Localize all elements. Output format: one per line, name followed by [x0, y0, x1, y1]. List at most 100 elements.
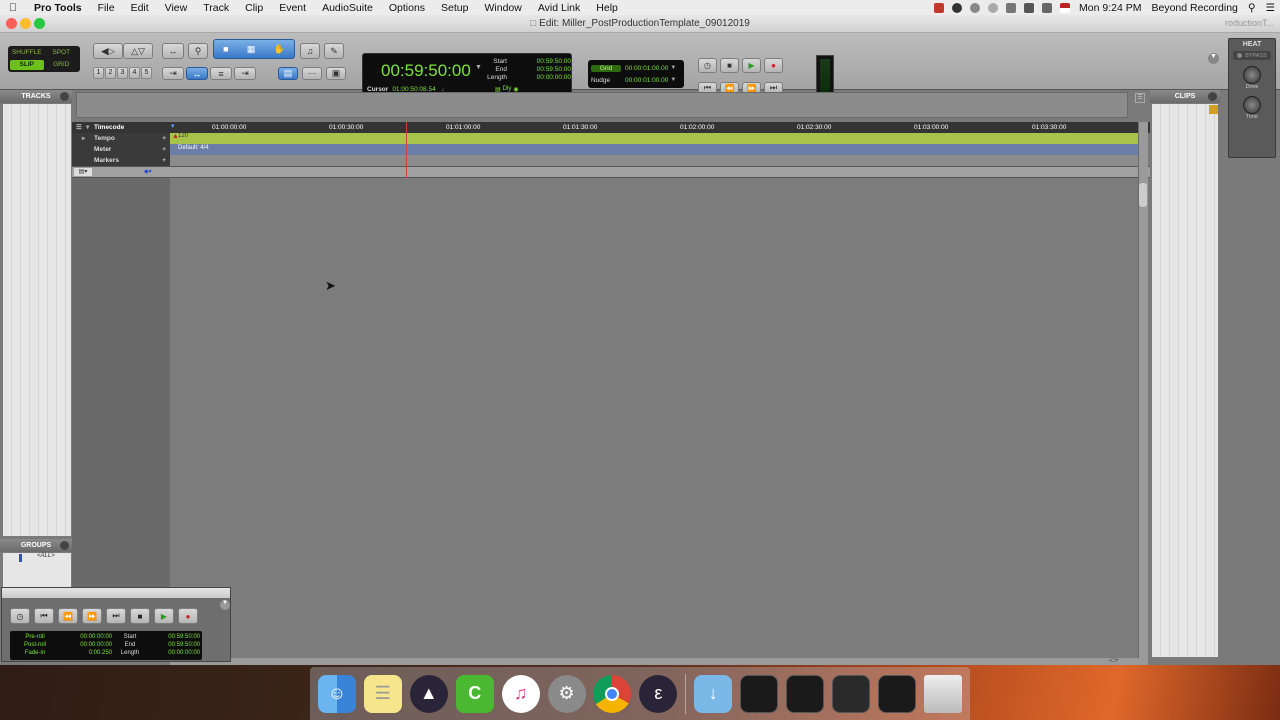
online-button[interactable]: ◷ [698, 58, 717, 73]
clips-list[interactable] [1152, 104, 1218, 657]
timecode-ruler-label[interactable]: ☰ ▾ Timecode [72, 122, 170, 133]
trim-tool-icon[interactable]: ■ [223, 44, 228, 54]
menu-event[interactable]: Event [271, 2, 314, 14]
wifi-icon[interactable] [970, 2, 981, 13]
downloads-folder-icon[interactable]: ↓ [694, 674, 733, 713]
edit-window-view-selector-icon[interactable]: ▤▾ [74, 168, 92, 176]
itunes-icon[interactable]: ♫ [501, 674, 540, 713]
menu-window[interactable]: Window [477, 2, 530, 14]
mirror-midi-button[interactable]: ▤ [278, 67, 298, 80]
clips-panel-header[interactable]: CLIPS [1150, 90, 1220, 103]
main-counter[interactable]: 00:59:50:00 ▼ Start 00:59:50:00 End 00:59:… [362, 53, 572, 97]
scrubber-tool-icon[interactable]: ♫ [300, 43, 320, 59]
menu-avid-link[interactable]: Avid Link [530, 2, 588, 14]
link-track-selection-button[interactable]: ≡ [210, 67, 232, 80]
drive-knob[interactable] [1243, 66, 1261, 84]
horizontal-scrollbar[interactable] [170, 658, 1148, 665]
menu-options[interactable]: Options [381, 2, 433, 14]
menu-edit[interactable]: Edit [123, 2, 157, 14]
stop-button[interactable]: ■ [720, 58, 739, 73]
record-status-icon[interactable] [934, 2, 945, 13]
zoom-preset-3[interactable]: 3 [117, 67, 128, 79]
tracks-panel-header[interactable]: TRACKS [0, 90, 72, 103]
notification-center-icon[interactable]: ☰ [1261, 2, 1280, 14]
meter-ruler[interactable] [170, 144, 1148, 155]
grid-chevron-down-icon[interactable]: ▼ [670, 65, 676, 71]
markers-ruler-label[interactable]: Markers + [72, 155, 170, 166]
markers-ruler[interactable] [170, 155, 1148, 166]
menu-track[interactable]: Track [195, 2, 237, 14]
transport-start-value[interactable]: 00:59:50:00 [168, 633, 200, 641]
record-button[interactable]: ● [764, 58, 783, 73]
meter-ruler-label[interactable]: Meter + [72, 144, 170, 155]
heat-bypass-button[interactable]: BYPASS [1233, 51, 1271, 60]
grid-label[interactable]: Grid [591, 64, 621, 72]
menu-setup[interactable]: Setup [433, 2, 476, 14]
group-all-label[interactable]: <ALL> [37, 553, 55, 559]
system-preferences-icon[interactable]: ⚙ [547, 674, 586, 713]
selector-tool-icon[interactable]: ▦ [247, 44, 256, 55]
transport-end-value[interactable]: 00:59:50:00 [168, 641, 200, 649]
transport-rtz-button[interactable]: ⏮ [34, 608, 54, 624]
grid-value[interactable]: 00:00:01:00.00 [625, 65, 668, 72]
apple-menu-icon[interactable]:  [0, 2, 26, 14]
avid-icon[interactable] [952, 2, 963, 13]
counter-format-chevron-icon[interactable]: ▼ [475, 64, 482, 71]
play-button[interactable]: ▶ [742, 58, 761, 73]
grabber-tool-icon[interactable]: ✋ [274, 44, 285, 55]
nudge-value[interactable]: 00:00:01:00.00 [625, 77, 668, 84]
tone-knob[interactable] [1243, 96, 1261, 114]
insertion-follows-playback-button[interactable]: ⇥ [234, 67, 256, 80]
ruler-menu-icon[interactable]: ☰ [76, 122, 82, 133]
notes-icon[interactable]: ☰ [363, 674, 402, 713]
recording-thumbnail-3[interactable] [832, 674, 871, 713]
recording-thumbnail-4[interactable] [877, 674, 916, 713]
smart-tool-button[interactable]: ■ ▦ ✋ [213, 39, 295, 59]
fadein-value[interactable]: 0:00.250 [89, 649, 112, 657]
tracks-list[interactable] [3, 104, 71, 536]
transport-rewind-button[interactable]: ⏪ [58, 608, 78, 624]
transport-play-button[interactable]: ▶ [154, 608, 174, 624]
pencil-tool-icon[interactable]: ✎ [324, 43, 344, 59]
zoom-preset-5[interactable]: 5 [141, 67, 152, 79]
trash-icon[interactable] [923, 674, 962, 713]
zoom-preset-1[interactable]: 1 [93, 67, 104, 79]
preroll-value[interactable]: 00:00:00:00 [80, 633, 112, 641]
ruler-view-chevron-icon[interactable]: ◆▾ [144, 168, 160, 176]
slip-mode-button[interactable]: SLIP [10, 59, 44, 70]
timeline-area[interactable] [171, 178, 1137, 658]
camtasia-icon[interactable]: C [455, 674, 494, 713]
tab-to-transient-button[interactable]: ⇥ [162, 67, 184, 80]
length-value[interactable]: 00:00:00:00 [537, 74, 571, 82]
menubar-user[interactable]: Beyond Recording [1146, 2, 1242, 14]
volume-icon[interactable] [1042, 2, 1053, 13]
grid-mode-button[interactable]: GRID [45, 60, 79, 71]
recording-thumbnail-1[interactable] [740, 674, 779, 713]
fadein-label[interactable]: Fade-in [16, 649, 54, 657]
keyboard-focus-button[interactable]: ▣ [326, 67, 346, 80]
transport-end-button[interactable]: ⏭ [106, 608, 126, 624]
end-value[interactable]: 00:59:50:00 [537, 66, 571, 74]
groups-list[interactable]: <ALL> [3, 553, 71, 587]
menu-app[interactable]: Pro Tools [26, 2, 90, 14]
groups-panel-header[interactable]: GROUPS [0, 539, 72, 552]
playhead-marker-icon[interactable]: ▾ [171, 122, 175, 130]
tracks-menu-icon[interactable] [60, 92, 69, 101]
zoom-controls-icon[interactable]: −□+ [1108, 658, 1138, 665]
recording-thumbnail-2[interactable] [786, 674, 825, 713]
main-counter-value[interactable]: 00:59:50:00 [381, 61, 471, 81]
menubar-clock[interactable]: Mon 9:24 PM [1074, 2, 1146, 14]
postroll-value[interactable]: 00:00:00:00 [80, 641, 112, 649]
display-icon[interactable] [1024, 2, 1035, 13]
zoom-preset-2[interactable]: 2 [105, 67, 116, 79]
vertical-scroll-thumb[interactable] [1139, 183, 1147, 207]
universe-toggle-icon[interactable]: ☰ [1135, 93, 1145, 103]
transport-options-chevron-icon[interactable]: ▼ [220, 600, 230, 610]
add-tempo-icon[interactable]: + [162, 133, 166, 144]
zoom-preset-4[interactable]: 4 [129, 67, 140, 79]
transport-record-button[interactable]: ● [178, 608, 198, 624]
transport-ff-button[interactable]: ⏩ [82, 608, 102, 624]
transport-length-value[interactable]: 00:00:00:00 [168, 649, 200, 657]
add-marker-icon[interactable]: + [162, 155, 166, 166]
zoom-horizontal-button[interactable]: ◀▷ [93, 43, 123, 59]
